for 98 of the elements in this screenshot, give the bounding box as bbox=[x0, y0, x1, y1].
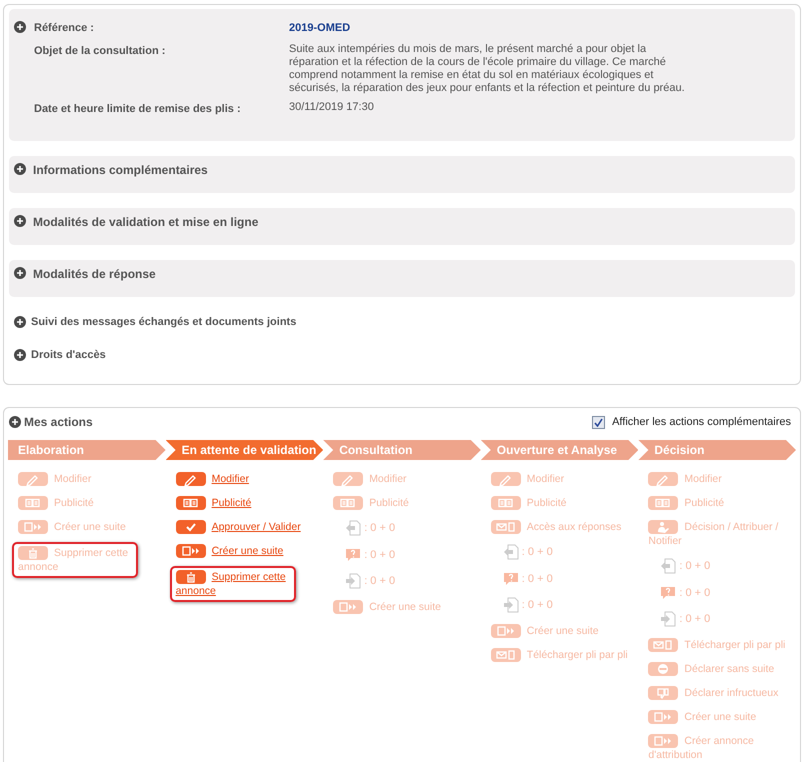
document-arrow-out-icon bbox=[345, 520, 362, 536]
action-link[interactable]: Créer une suite bbox=[176, 544, 322, 558]
person-icon[interactable] bbox=[648, 520, 678, 534]
pencil-icon[interactable] bbox=[18, 472, 48, 486]
field-label: Date et heure limite de remise des plis : bbox=[34, 102, 242, 116]
expand-icon[interactable] bbox=[14, 215, 26, 227]
section-link[interactable]: Suivi des messages échangés et documents joints bbox=[31, 314, 296, 330]
expand-icon[interactable] bbox=[14, 267, 26, 279]
counter-text: : 0 + 0 bbox=[679, 586, 710, 600]
field-label: Référence : bbox=[34, 21, 95, 36]
forward-icon[interactable] bbox=[648, 734, 678, 748]
expand-icon[interactable] bbox=[9, 416, 21, 428]
section-title: Modalités de validation et mise en ligne bbox=[33, 215, 258, 229]
step-tab[interactable]: Décision bbox=[638, 440, 796, 460]
expand-icon[interactable] bbox=[14, 349, 26, 361]
forward-icon[interactable] bbox=[648, 710, 678, 724]
action-link[interactable]: Modifier bbox=[490, 472, 636, 486]
field-label: Objet de la consultation : bbox=[34, 44, 166, 58]
pencil-icon[interactable] bbox=[648, 472, 678, 486]
expand-icon[interactable] bbox=[14, 163, 26, 175]
check-icon[interactable] bbox=[176, 520, 206, 534]
section-panel[interactable]: Informations complémentaires bbox=[9, 156, 795, 193]
book-icon[interactable] bbox=[648, 496, 678, 510]
counter-text: : 0 + 0 bbox=[679, 559, 710, 574]
counter-text: : 0 + 0 bbox=[364, 574, 396, 589]
counter-text: : 0 + 0 bbox=[522, 598, 553, 613]
checkbox[interactable] bbox=[592, 416, 606, 428]
action-link[interactable]: Accès aux réponses bbox=[490, 520, 636, 534]
book-icon[interactable] bbox=[176, 496, 206, 510]
pencil-icon[interactable] bbox=[176, 472, 206, 486]
section-panel[interactable]: Modalités de réponse bbox=[9, 260, 795, 297]
counter-text: : 0 + 0 bbox=[364, 548, 396, 562]
trash-icon[interactable] bbox=[18, 546, 48, 560]
forward-icon[interactable] bbox=[490, 624, 521, 638]
question-bubble-icon bbox=[345, 546, 362, 563]
trash-icon[interactable] bbox=[176, 570, 206, 584]
counter-text: : 0 + 0 bbox=[364, 521, 396, 536]
document-arrow-out-icon bbox=[660, 558, 676, 574]
forward-icon[interactable] bbox=[176, 544, 206, 558]
action-link[interactable]: Publicité bbox=[648, 496, 794, 510]
pencil-icon[interactable] bbox=[333, 472, 364, 486]
section-link[interactable]: Droits d'accès bbox=[31, 346, 106, 364]
envelope-icon[interactable] bbox=[490, 520, 521, 534]
book-icon[interactable] bbox=[490, 496, 521, 510]
envelope-icon[interactable] bbox=[648, 638, 678, 652]
action-link[interactable]: Créer une suite bbox=[18, 520, 164, 534]
section-title: Modalités de réponse bbox=[33, 267, 156, 281]
document-arrow-in-icon bbox=[502, 597, 519, 614]
action-link[interactable]: Publicité bbox=[176, 496, 322, 510]
action-link[interactable]: Modifier bbox=[18, 472, 164, 486]
check-icon bbox=[594, 418, 604, 426]
action-link[interactable]: Décision / Attribuer / Notifier bbox=[648, 520, 794, 548]
counter-text: : 0 + 0 bbox=[522, 545, 553, 560]
step-tab[interactable]: Consultation bbox=[323, 440, 481, 460]
minus-icon[interactable] bbox=[648, 662, 678, 676]
step-tab[interactable]: Ouverture et Analyse bbox=[480, 440, 638, 460]
field-value: 30/11/2019 17:30 bbox=[289, 100, 375, 114]
question-bubble-icon bbox=[660, 584, 676, 601]
step-tab[interactable]: En attente de validation bbox=[166, 440, 324, 460]
action-link[interactable]: Publicité bbox=[490, 496, 636, 510]
action-link[interactable]: Créer une suite bbox=[333, 600, 479, 614]
document-arrow-in-icon bbox=[345, 573, 362, 590]
book-icon[interactable] bbox=[333, 496, 364, 510]
action-link[interactable]: Modifier bbox=[648, 472, 794, 486]
action-link[interactable]: Créer annonce d'attribution bbox=[648, 734, 794, 762]
question-bubble-icon bbox=[502, 570, 519, 587]
action-link[interactable]: Déclarer infructueux bbox=[648, 686, 794, 700]
actions-title: Mes actions bbox=[24, 414, 93, 431]
action-link[interactable]: Créer une suite bbox=[648, 710, 794, 724]
forward-icon[interactable] bbox=[333, 600, 364, 614]
counter-text: : 0 + 0 bbox=[679, 612, 710, 627]
field-value: Suite aux intempéries du mois de mars, le présent marché a pour objet la réparation et la réfection de la cours de l'école primaire du village. Ce marché comprend notamment la remise en état du sol en matériaux écologiques et sécurisés, la réparation des jeux pour enfants et la réfection et peinture du préau. bbox=[289, 42, 686, 94]
action-link[interactable]: Modifier bbox=[176, 472, 322, 486]
document-arrow-in-icon bbox=[660, 611, 676, 628]
envelope-icon[interactable] bbox=[490, 648, 521, 662]
action-link[interactable]: Publicité bbox=[333, 496, 479, 510]
forward-icon[interactable] bbox=[18, 520, 48, 534]
action-link[interactable]: Publicité bbox=[18, 496, 164, 510]
action-link[interactable]: Déclarer sans suite bbox=[648, 662, 794, 676]
section-title: Informations complémentaires bbox=[33, 163, 208, 177]
action-link[interactable]: Modifier bbox=[333, 472, 479, 486]
action-link[interactable]: Télécharger pli par pli bbox=[648, 638, 794, 652]
expand-icon[interactable] bbox=[14, 21, 26, 33]
action-link[interactable]: Supprimer cette annonce bbox=[176, 570, 290, 598]
expand-icon[interactable] bbox=[14, 316, 26, 328]
action-link[interactable]: Approuver / Valider bbox=[176, 520, 322, 534]
pencil-icon[interactable] bbox=[490, 472, 521, 486]
action-link[interactable]: Télécharger pli par pli bbox=[490, 648, 636, 662]
field-value: 2019-OMED bbox=[289, 21, 350, 36]
checkbox-label: Afficher les actions complémentaires bbox=[612, 414, 791, 430]
book-icon[interactable] bbox=[18, 496, 48, 510]
step-tab[interactable]: Elaboration bbox=[8, 440, 166, 460]
thumb-down-icon[interactable] bbox=[648, 686, 678, 700]
section-panel[interactable]: Modalités de validation et mise en ligne bbox=[9, 208, 795, 245]
action-link[interactable]: Supprimer cette annonce bbox=[18, 546, 132, 574]
document-arrow-out-icon bbox=[502, 544, 519, 560]
counter-text: : 0 + 0 bbox=[522, 572, 553, 586]
action-link[interactable]: Créer une suite bbox=[490, 624, 636, 638]
